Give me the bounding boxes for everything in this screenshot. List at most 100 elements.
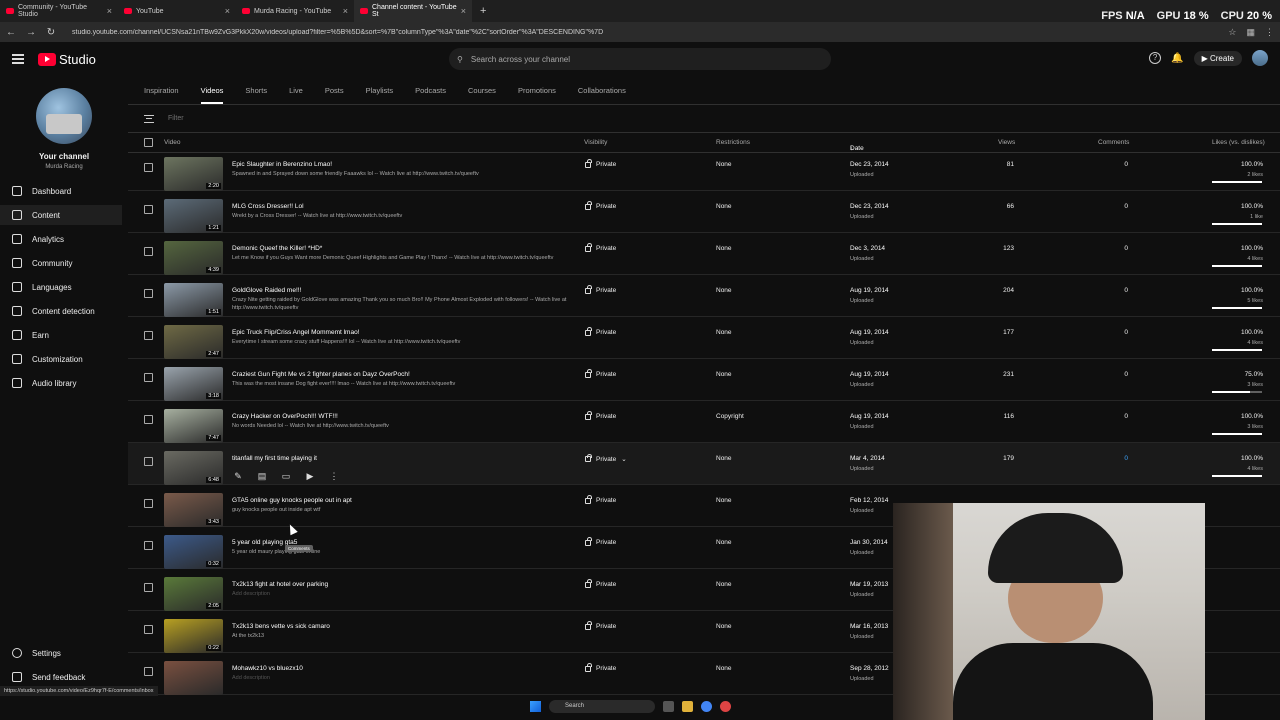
visibility-dropdown[interactable]: Private xyxy=(585,201,616,210)
tab-courses[interactable]: Courses xyxy=(468,86,496,104)
back-icon[interactable]: ← xyxy=(6,27,16,38)
video-thumbnail[interactable]: 2:20 xyxy=(164,157,223,191)
visibility-dropdown[interactable]: Private xyxy=(585,621,616,630)
video-thumbnail[interactable]: 0:22 xyxy=(164,619,223,653)
row-checkbox[interactable] xyxy=(144,541,153,550)
visibility-dropdown[interactable]: Private xyxy=(585,369,616,378)
filter-icon[interactable] xyxy=(144,114,154,123)
restrictions-value[interactable]: Copyright xyxy=(716,413,744,420)
notifications-bell-icon[interactable]: 🔔 xyxy=(1171,53,1183,64)
taskbar-search[interactable]: Search xyxy=(549,700,655,713)
tab-posts[interactable]: Posts xyxy=(325,86,344,104)
video-thumbnail[interactable]: 2:47 xyxy=(164,325,223,359)
help-icon[interactable]: ? xyxy=(1149,52,1162,64)
video-title[interactable]: Tx2k13 fight at hotel over parking xyxy=(232,581,328,588)
tab-shorts[interactable]: Shorts xyxy=(245,86,267,104)
sidebar-item-customization[interactable]: Customization xyxy=(0,349,122,369)
video-thumbnail[interactable]: 3:43 xyxy=(164,493,223,527)
video-thumbnail[interactable]: 7:47 xyxy=(164,409,223,443)
app-icon[interactable] xyxy=(720,701,731,712)
row-checkbox[interactable] xyxy=(144,163,153,172)
tab-inspiration[interactable]: Inspiration xyxy=(144,86,179,104)
tab-collaborations[interactable]: Collaborations xyxy=(578,86,626,104)
visibility-dropdown[interactable]: Private xyxy=(585,663,616,672)
close-tab-icon[interactable]: × xyxy=(107,6,112,16)
row-checkbox[interactable] xyxy=(144,415,153,424)
visibility-dropdown[interactable]: Private ⌄ xyxy=(585,453,627,463)
video-thumbnail[interactable]: 6:48 xyxy=(164,451,223,485)
video-thumbnail[interactable]: 2:05 xyxy=(164,577,223,611)
sidebar-item-languages[interactable]: Languages xyxy=(0,277,122,297)
hamburger-menu-icon[interactable] xyxy=(12,54,24,64)
forward-icon[interactable]: → xyxy=(26,27,36,38)
browser-tab[interactable]: YouTube × xyxy=(118,0,236,22)
video-title[interactable]: Craziest Gun Fight Me vs 2 fighter plane… xyxy=(232,371,410,378)
tab-promotions[interactable]: Promotions xyxy=(518,86,556,104)
video-title[interactable]: Tx2k13 bens vette vs sick camaro xyxy=(232,623,330,630)
row-checkbox[interactable] xyxy=(144,583,153,592)
video-title[interactable]: Epic Truck Flip/Criss Angel Mommemt lmao… xyxy=(232,329,360,336)
sidebar-item-feedback[interactable]: Send feedback xyxy=(0,672,122,682)
channel-search[interactable]: ⚲ Search across your channel xyxy=(449,48,831,70)
sidebar-item-content[interactable]: Content xyxy=(0,205,122,225)
file-explorer-icon[interactable] xyxy=(682,701,693,712)
tab-videos[interactable]: Videos xyxy=(200,86,224,104)
close-tab-icon[interactable]: × xyxy=(461,6,466,16)
bookmark-star-icon[interactable]: ☆ xyxy=(1228,27,1236,38)
visibility-dropdown[interactable]: Private xyxy=(585,537,616,546)
windows-start-icon[interactable] xyxy=(530,701,541,712)
col-views[interactable]: Views xyxy=(998,139,1015,146)
video-title[interactable]: Epic Slaughter in Berenzino Lmao! xyxy=(232,161,332,168)
sidebar-item-analytics[interactable]: Analytics xyxy=(0,229,122,249)
more-options-icon[interactable]: ⋮ xyxy=(328,471,340,481)
row-checkbox[interactable] xyxy=(144,667,153,676)
video-thumbnail[interactable]: 4:39 xyxy=(164,241,223,275)
col-likes[interactable]: Likes (vs. dislikes) xyxy=(1212,139,1265,146)
col-comments[interactable]: Comments xyxy=(1098,139,1129,146)
select-all-checkbox[interactable] xyxy=(144,138,153,147)
sidebar-item-earn[interactable]: Earn xyxy=(0,325,122,345)
row-checkbox[interactable] xyxy=(144,247,153,256)
sidebar-item-dashboard[interactable]: Dashboard xyxy=(0,181,122,201)
extensions-icon[interactable]: ▦ xyxy=(1246,27,1255,38)
video-title[interactable]: Mohawkz10 vs bluezx10 xyxy=(232,665,303,672)
video-title[interactable]: titanfall my first time playing it xyxy=(232,455,317,462)
analytics-icon[interactable]: ▤ xyxy=(256,471,268,481)
chrome-icon[interactable] xyxy=(701,701,712,712)
sidebar-item-settings[interactable]: Settings xyxy=(0,648,122,658)
row-checkbox[interactable] xyxy=(144,331,153,340)
visibility-dropdown[interactable]: Private xyxy=(585,159,616,168)
new-tab-icon[interactable]: + xyxy=(472,5,494,17)
row-checkbox[interactable] xyxy=(144,499,153,508)
filter-bar[interactable]: Filter xyxy=(128,105,1280,133)
video-title[interactable]: MLG Cross Dresser!! Lol xyxy=(232,203,304,210)
task-view-icon[interactable] xyxy=(663,701,674,712)
row-checkbox[interactable] xyxy=(144,289,153,298)
tab-podcasts[interactable]: Podcasts xyxy=(415,86,446,104)
sidebar-item-content-detection[interactable]: Content detection xyxy=(0,301,122,321)
col-restrictions[interactable]: Restrictions xyxy=(716,139,750,146)
channel-avatar[interactable] xyxy=(36,88,92,144)
studio-logo[interactable]: Studio xyxy=(38,52,96,67)
browser-menu-icon[interactable]: ⋮ xyxy=(1265,27,1274,38)
comments-icon[interactable]: ▭ xyxy=(280,471,292,481)
video-thumbnail[interactable] xyxy=(164,661,223,695)
video-title[interactable]: Demonic Queef the Killer! *HD* xyxy=(232,245,322,252)
visibility-dropdown[interactable]: Private xyxy=(585,327,616,336)
sidebar-item-audio-library[interactable]: Audio library xyxy=(0,373,122,393)
browser-tab[interactable]: Channel content - YouTube St × xyxy=(354,0,472,22)
youtube-icon[interactable]: ▶ xyxy=(304,471,316,481)
browser-tab[interactable]: Community - YouTube Studio × xyxy=(0,0,118,22)
close-tab-icon[interactable]: × xyxy=(343,6,348,16)
create-button[interactable]: ▶ Create xyxy=(1193,50,1242,66)
url-field[interactable]: studio.youtube.com/channel/UCSNsa21nTBw9… xyxy=(72,29,1218,36)
visibility-dropdown[interactable]: Private xyxy=(585,285,616,294)
video-title[interactable]: GTA5 online guy knocks people out in apt xyxy=(232,497,352,504)
row-checkbox[interactable] xyxy=(144,205,153,214)
visibility-dropdown[interactable]: Private xyxy=(585,411,616,420)
close-tab-icon[interactable]: × xyxy=(225,6,230,16)
video-thumbnail[interactable]: 1:21 xyxy=(164,199,223,233)
edit-pencil-icon[interactable]: ✎ xyxy=(232,471,244,481)
video-title[interactable]: GoldGlove Raided me!!! xyxy=(232,287,301,294)
row-checkbox[interactable] xyxy=(144,625,153,634)
